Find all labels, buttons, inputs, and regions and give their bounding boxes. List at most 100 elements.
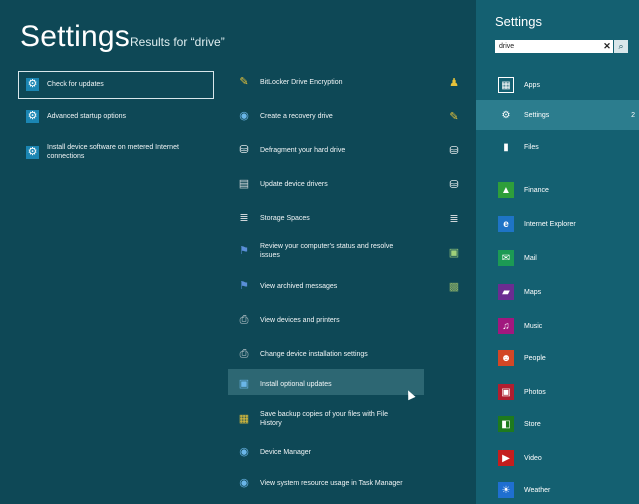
network-icon[interactable]: ▣ — [446, 245, 462, 259]
drive-icon[interactable]: ⛁ — [446, 143, 462, 157]
search-charm: Settings drive ✕ ⌕ ▦ Apps ⚙ Settings 2 ▮… — [476, 0, 639, 504]
app-weather[interactable]: ☀ Weather — [476, 476, 639, 504]
search-query: drive — [499, 43, 515, 50]
printer-icon: ⎙ — [239, 347, 249, 360]
app-mail[interactable]: ✉ Mail — [476, 244, 639, 272]
app-label: Maps — [524, 288, 542, 296]
headphones-icon: ♫ — [498, 318, 514, 334]
charm-title: Settings — [495, 14, 542, 29]
gear-icon: ⚙ — [26, 78, 39, 91]
app-label: Finance — [524, 186, 549, 194]
file-history-icon: ▦ — [238, 412, 250, 425]
app-label: Mail — [524, 254, 537, 262]
chart-icon: ▲ — [498, 182, 514, 198]
result-device-installation[interactable]: ⎙ Change device installation settings — [236, 347, 368, 361]
result-label: Check for updates — [47, 81, 104, 88]
app-label: Video — [524, 454, 542, 462]
device-icon: ▤ — [238, 177, 250, 190]
flag-icon: ⚑ — [239, 244, 249, 257]
control-panel-icon: ◉ — [239, 445, 249, 458]
people-icon: ☻ — [498, 350, 514, 366]
category-label: Apps — [524, 81, 540, 89]
result-devices-printers[interactable]: ⎙ View devices and printers — [236, 313, 340, 327]
printer-icon: ⎙ — [239, 313, 249, 326]
gear-icon: ⚙ — [26, 110, 39, 123]
result-check-for-updates[interactable]: ⚙ Check for updates — [26, 78, 211, 91]
category-apps[interactable]: ▦ Apps — [476, 70, 639, 100]
app-label: Photos — [524, 388, 546, 396]
category-files[interactable]: ▮ Files — [476, 132, 639, 162]
result-storage-spaces[interactable]: ≣ Storage Spaces — [236, 211, 310, 225]
result-label: Create a recovery drive — [260, 112, 333, 120]
result-recovery-drive[interactable]: ◉ Create a recovery drive — [236, 109, 333, 123]
app-label: Internet Explorer — [524, 220, 576, 228]
search-input[interactable]: drive ✕ — [495, 40, 613, 53]
result-device-manager[interactable]: ◉ Device Manager — [236, 445, 311, 459]
results-subtitle: Results for “drive” — [130, 35, 225, 49]
result-label: Storage Spaces — [260, 214, 310, 222]
result-label: BitLocker Drive Encryption — [260, 78, 343, 86]
page-title: Settings — [20, 20, 130, 53]
app-finance[interactable]: ▲ Finance — [476, 176, 639, 204]
app-maps[interactable]: ▰ Maps — [476, 278, 639, 306]
app-video[interactable]: ▶ Video — [476, 444, 639, 472]
result-label: View archived messages — [260, 282, 338, 290]
app-label: Music — [524, 322, 543, 330]
ie-icon: e — [498, 216, 514, 232]
photo-icon: ▣ — [498, 384, 514, 400]
search-icon[interactable]: ⌕ — [614, 40, 628, 53]
result-label: Change device installation settings — [260, 350, 368, 358]
result-label: Review your computer's status and resolv… — [260, 243, 394, 259]
result-archived-messages[interactable]: ⚑ View archived messages — [236, 279, 337, 293]
app-label: People — [524, 354, 546, 362]
result-task-manager[interactable]: ◉ View system resource usage in Task Man… — [236, 476, 416, 490]
video-icon: ▶ — [498, 450, 514, 466]
result-label: View system resource usage in Task Manag… — [260, 479, 403, 487]
category-label: Settings — [524, 111, 550, 119]
flag-icon: ⚑ — [239, 279, 249, 292]
result-label: Advanced startup options — [47, 113, 126, 120]
users-icon[interactable]: ♟ — [446, 75, 462, 89]
apps-icon: ▦ — [498, 77, 514, 93]
clear-icon[interactable]: ✕ — [601, 41, 613, 52]
result-update-drivers[interactable]: ▤ Update device drivers — [236, 177, 328, 191]
result-review-status[interactable]: ⚑ Review your computer's status and reso… — [236, 242, 416, 260]
app-store[interactable]: ◧ Store — [476, 410, 639, 438]
results-pane: Settings Results for “drive” ⚙ Check for… — [0, 0, 476, 504]
result-metered-connections[interactable]: ⚙ Install device software on metered Int… — [26, 143, 206, 161]
result-label: Update device drivers — [260, 180, 328, 188]
category-label: Files — [524, 143, 539, 151]
result-label: Install optional updates — [260, 380, 332, 388]
control-panel-icon: ◉ — [239, 109, 249, 122]
result-label: View devices and printers — [260, 316, 340, 324]
file-icon: ▮ — [503, 141, 509, 153]
drive-icon[interactable]: ⛁ — [446, 177, 462, 191]
result-bitlocker[interactable]: ✎ BitLocker Drive Encryption — [236, 75, 342, 89]
app-label: Weather — [524, 486, 551, 494]
result-file-history[interactable]: ▦ Save backup copies of your files with … — [236, 410, 416, 428]
storage-icon[interactable]: ≣ — [446, 211, 462, 225]
app-music[interactable]: ♫ Music — [476, 312, 639, 340]
result-label: Defragment your hard drive — [260, 146, 346, 154]
category-settings[interactable]: ⚙ Settings 2 — [476, 100, 639, 130]
drive-icon: ⛁ — [239, 143, 249, 156]
storage-icon: ≣ — [239, 211, 249, 224]
gear-icon: ⚙ — [501, 109, 511, 121]
gear-icon: ⚙ — [26, 145, 39, 159]
mail-icon: ✉ — [498, 250, 514, 266]
category-count: 2 — [631, 111, 635, 119]
control-panel-icon: ◉ — [239, 476, 249, 489]
monitor-icon[interactable]: ▩ — [446, 279, 462, 293]
update-icon: ▣ — [238, 377, 250, 390]
app-photos[interactable]: ▣ Photos — [476, 378, 639, 406]
result-defragment[interactable]: ⛁ Defragment your hard drive — [236, 143, 345, 157]
key-icon: ✎ — [239, 75, 249, 88]
result-label: Install device software on metered Inter… — [47, 144, 179, 160]
app-people[interactable]: ☻ People — [476, 344, 639, 372]
result-label: Save backup copies of your files with Fi… — [260, 411, 389, 427]
app-internet-explorer[interactable]: e Internet Explorer — [476, 210, 639, 238]
key-icon[interactable]: ✎ — [446, 109, 462, 123]
result-label: Device Manager — [260, 448, 311, 456]
result-optional-updates[interactable]: ▣ Install optional updates — [236, 377, 332, 391]
result-advanced-startup[interactable]: ⚙ Advanced startup options — [26, 110, 211, 123]
